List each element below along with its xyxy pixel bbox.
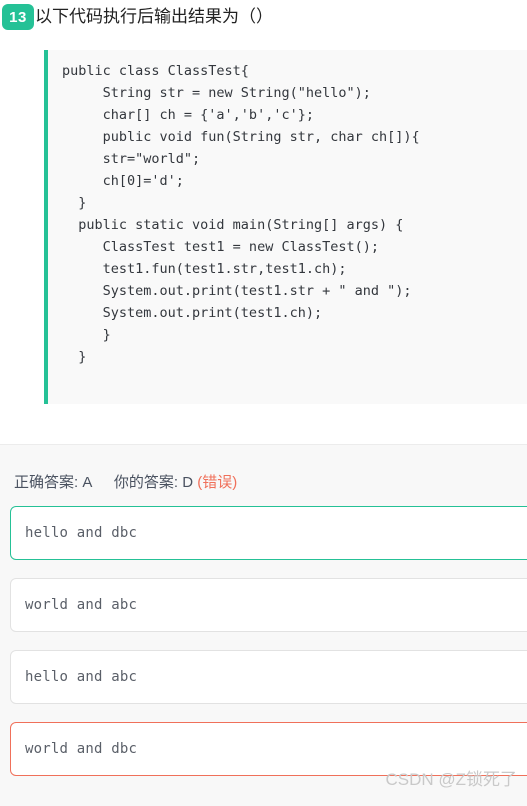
- your-answer-value: D: [182, 474, 194, 491]
- code-snippet: public class ClassTest{ String str = new…: [62, 63, 420, 365]
- code-block: public class ClassTest{ String str = new…: [44, 50, 527, 404]
- correct-answer-value: A: [82, 474, 92, 491]
- option-card-b[interactable]: world and abc: [10, 578, 527, 632]
- option-card-d[interactable]: world and dbc: [10, 722, 527, 776]
- option-card-a[interactable]: hello and dbc: [10, 506, 527, 560]
- option-text-b: world and abc: [25, 597, 138, 613]
- question-number-badge: 13: [2, 4, 34, 30]
- correct-answer-label: 正确答案:: [14, 474, 79, 491]
- question-header: 13 以下代码执行后输出结果为（）: [0, 0, 527, 36]
- option-text-c: hello and abc: [25, 669, 138, 685]
- option-text-a: hello and dbc: [25, 525, 138, 541]
- option-list: hello and dbc world and abc hello and ab…: [0, 506, 527, 776]
- answer-summary: 正确答案: A 你的答案: D (错误): [0, 445, 527, 492]
- question-title: 以下代码执行后输出结果为（）: [35, 7, 273, 26]
- verdict-badge: (错误): [197, 474, 238, 491]
- question-section: 13 以下代码执行后输出结果为（） public class ClassTest…: [0, 0, 527, 404]
- your-answer-label: 你的答案:: [113, 474, 179, 491]
- option-text-d: world and dbc: [25, 741, 138, 757]
- answer-section: 正确答案: A 你的答案: D (错误) hello and dbc world…: [0, 445, 527, 806]
- option-card-c[interactable]: hello and abc: [10, 650, 527, 704]
